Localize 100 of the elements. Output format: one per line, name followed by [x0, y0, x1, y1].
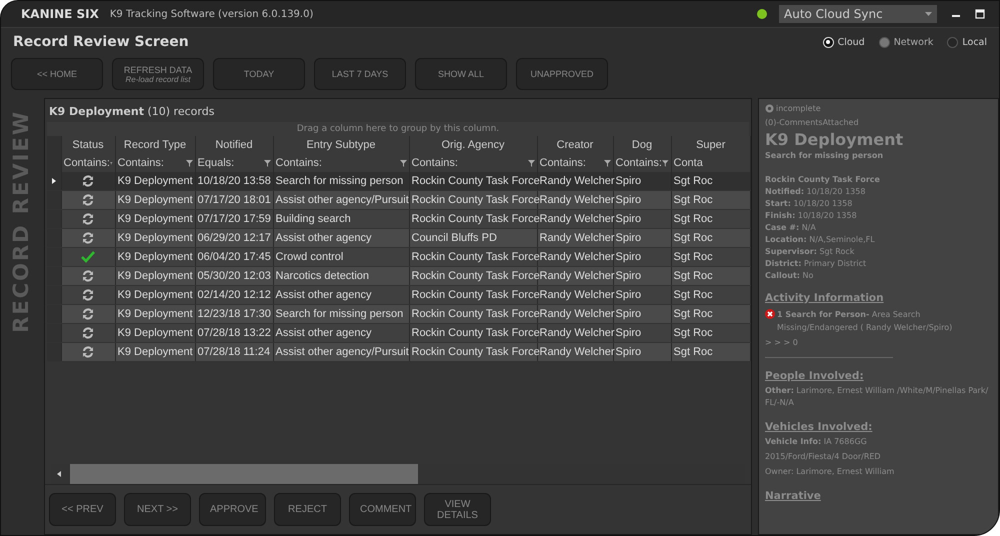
table-row[interactable]: K9 Deployment 05/30/20 12:03 Narcotics detection Rockin County Task ForceRandy WelcherSpiro Sgt Roc — [47, 266, 750, 286]
section-heading: Activity Information — [765, 292, 885, 304]
status-text: incomplete — [776, 104, 821, 113]
caret-icon — [925, 12, 932, 16]
action-button[interactable]: REJECT — [274, 493, 341, 526]
table-cell: Spiro — [616, 232, 642, 244]
table-cell: Sgt Roc — [674, 327, 713, 339]
scroll-left-icon[interactable] — [57, 471, 61, 477]
table-cell: K9 Deployment — [118, 289, 193, 301]
table-row[interactable]: K9 Deployment 10/18/20 13:58 Search for missing person Rockin County Task ForceRandy WelcherSpiro Sgt Roc — [47, 172, 750, 190]
table-cell: Randy Welcher — [540, 175, 614, 187]
column-header[interactable]: Dog — [613, 136, 671, 154]
detail-field: Callout: No — [765, 271, 992, 280]
table-cell: 05/30/20 12:03 — [198, 270, 271, 282]
table-row[interactable]: K9 Deployment 07/28/18 13:22 Assist other agency Rockin County Task ForceRandy WelcherSpiro Sgt Roc — [47, 324, 750, 342]
column-header[interactable]: Status — [61, 136, 115, 154]
table-cell: Assist other agency/Pursuit — [276, 194, 409, 206]
action-button[interactable]: NEXT >> — [124, 493, 191, 526]
section-heading: Vehicles Involved: — [765, 421, 874, 433]
storage-radio[interactable]: Cloud — [822, 36, 865, 48]
action-button[interactable]: COMMENT — [349, 493, 416, 526]
table-row[interactable]: K9 Deployment 12/23/18 17:30 Search for missing person Rockin County Task ForceRandy WelcherSpiro Sgt Roc — [47, 304, 750, 324]
filter-icon[interactable] — [662, 160, 668, 166]
table-cell: 06/29/20 12:17 — [198, 232, 271, 244]
table-cell: Sgt Roc — [674, 213, 713, 225]
row-pointer-icon — [52, 178, 56, 184]
table-cell: Randy Welcher — [540, 270, 614, 282]
table-cell: Sgt Roc — [674, 270, 713, 282]
table-cell: 07/28/18 13:22 — [198, 327, 271, 339]
column-header[interactable]: Super — [671, 136, 750, 154]
table-cell: Spiro — [616, 194, 642, 206]
toolbar-button[interactable]: << HOME — [11, 58, 103, 90]
toolbar-button[interactable]: LAST 7 DAYS — [314, 58, 406, 90]
table-cell: K9 Deployment — [118, 270, 193, 282]
column-header[interactable]: Record Type — [115, 136, 195, 154]
column-header[interactable]: Entry Subtype — [273, 136, 409, 154]
screen-title: Record Review Screen — [13, 34, 189, 50]
detail-text: Other: Larimore, Ernest William /White/M/Pinellas Park/ FL/-N/A — [765, 385, 990, 409]
table-cell: Assist other agency/Pursuit — [276, 346, 409, 358]
sync-mode-dropdown[interactable]: Auto Cloud Sync — [779, 5, 937, 23]
table-row[interactable]: K9 Deployment 07/28/18 11:24 Assist other agency/Pursuit Rockin County Task ForceRandy WelcherSpiro Sgt Roc — [47, 342, 750, 362]
table-cell: Spiro — [616, 308, 642, 320]
table-cell: K9 Deployment — [118, 308, 193, 320]
detail-text: 2015/Ford/Fiesta/4 Door/RED — [765, 451, 882, 463]
table-cell: Spiro — [616, 270, 642, 282]
storage-radio[interactable]: Local — [947, 36, 987, 48]
status-icon — [765, 104, 774, 113]
detail-field: Finish: 10/18/20 1358 — [765, 211, 992, 220]
table-cell: Assist other agency — [276, 232, 372, 244]
table-cell: Randy Welcher — [540, 251, 614, 263]
table-cell: K9 Deployment — [118, 346, 193, 358]
table-row[interactable]: K9 Deployment 02/14/20 12:12 Assist other agency Rockin County Task ForceRandy WelcherSpiro Sgt Roc — [47, 286, 750, 304]
table-cell: K9 Deployment — [118, 175, 193, 187]
table-row[interactable]: K9 Deployment 06/04/20 17:45 Crowd control Rockin County Task ForceRandy WelcherSpiro Sgt Roc — [47, 248, 750, 266]
table-cell: Spiro — [616, 213, 642, 225]
table-cell: 10/18/20 13:58 — [198, 175, 271, 187]
column-header[interactable]: Creator — [537, 136, 613, 154]
filter-icon[interactable] — [604, 160, 610, 166]
table-row[interactable]: K9 Deployment 07/17/20 18:01 Assist other agency/Pursuit Rockin County Task ForceRandy WelcherSpiro Sgt Roc — [47, 190, 750, 210]
detail-field: District: Primary District — [765, 259, 992, 268]
toolbar-button[interactable]: SHOW ALL — [415, 58, 507, 90]
detail-field: Case #: N/A — [765, 223, 992, 232]
table-row[interactable]: K9 Deployment 07/17/20 17:59 Building search Rockin County Task ForceRandy WelcherSpiro Sgt Roc — [47, 210, 750, 228]
table-cell: Building search — [276, 213, 351, 225]
table-cell: Search for missing person — [276, 175, 404, 187]
table-cell: Search for missing person — [276, 308, 404, 320]
scrollbar-thumb[interactable] — [70, 464, 418, 484]
filter-icon[interactable] — [528, 160, 534, 166]
table-cell: Sgt Roc — [674, 289, 713, 301]
activity-text: 1 Search for Person- Area Search Missing/Endangered ( Randy Welcher/Spiro) — [777, 309, 954, 334]
table-cell: K9 Deployment — [118, 194, 193, 206]
table-cell: Rockin County Task Force — [412, 251, 540, 263]
maximize-icon[interactable] — [975, 9, 985, 19]
toolbar-button[interactable]: UNAPPROVED — [516, 58, 608, 90]
table-cell: Sgt Roc — [674, 232, 713, 244]
table-cell: Spiro — [616, 251, 642, 263]
table-cell: Randy Welcher — [540, 308, 614, 320]
table-cell: Sgt Roc — [674, 175, 713, 187]
detail-field: Start: 10/18/20 1358 — [765, 199, 992, 208]
action-button[interactable]: << PREV — [49, 493, 116, 526]
column-header[interactable]: Notified — [195, 136, 273, 154]
toolbar-button[interactable]: REFRESH DATA Re-load record list — [112, 58, 204, 90]
table-cell: Spiro — [616, 327, 642, 339]
action-button[interactable]: APPROVE — [199, 493, 266, 526]
table-row[interactable]: K9 Deployment 06/29/20 12:17 Assist other agency Council Bluffs PD Randy WelcherSpiro Sgt Roc — [47, 228, 750, 248]
toolbar-button[interactable]: TODAY — [213, 58, 305, 90]
table-cell: Rockin County Task Force — [412, 308, 540, 320]
record-subtitle: Search for missing person — [765, 151, 884, 160]
table-cell: Sgt Roc — [674, 346, 713, 358]
record-title: K9 Deployment — [765, 130, 904, 149]
filter-icon[interactable] — [400, 160, 406, 166]
detail-field: Supervisor: Sgt Rock — [765, 247, 992, 256]
table-cell: Rockin County Task Force — [412, 194, 540, 206]
column-header[interactable]: Orig. Agency — [409, 136, 537, 154]
filter-icon[interactable] — [264, 160, 270, 166]
window-title: K9 Tracking Software (version 6.0.139.0) — [110, 8, 314, 20]
action-button[interactable]: VIEW DETAILS — [424, 493, 491, 526]
table-cell: Rockin County Task Force — [412, 346, 540, 358]
filter-icon[interactable] — [186, 160, 192, 166]
table-cell: Spiro — [616, 346, 642, 358]
